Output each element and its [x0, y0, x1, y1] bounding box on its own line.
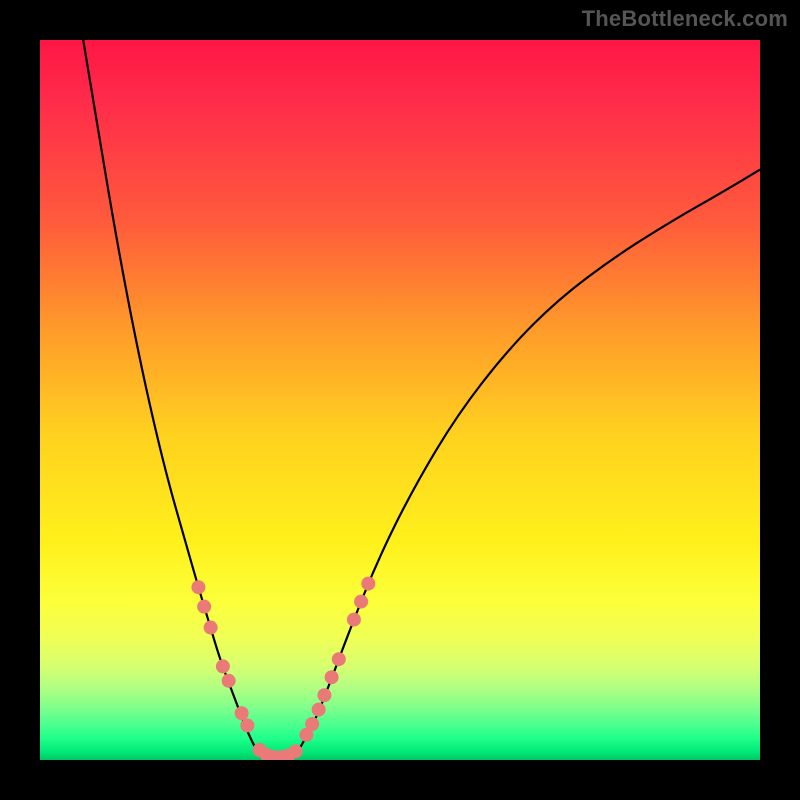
highlight-dot — [204, 621, 218, 635]
highlight-dot — [222, 674, 236, 688]
highlight-dot — [289, 744, 303, 758]
plot-area — [40, 40, 760, 760]
highlight-dot — [317, 688, 331, 702]
chart-svg — [40, 40, 760, 760]
highlight-dot — [240, 718, 254, 732]
chart-container: TheBottleneck.com — [0, 0, 800, 800]
highlight-dot — [197, 600, 211, 614]
highlight-dot — [325, 670, 339, 684]
highlight-dot — [347, 613, 361, 627]
highlight-dot — [216, 659, 230, 673]
highlight-dot — [361, 577, 375, 591]
watermark-text: TheBottleneck.com — [582, 6, 788, 32]
highlight-dot — [305, 717, 319, 731]
highlight-dot — [354, 595, 368, 609]
highlight-dot — [235, 706, 249, 720]
curve-left-branch — [83, 40, 256, 749]
highlight-dots-group — [191, 577, 375, 760]
highlight-dot — [191, 580, 205, 594]
highlight-dot — [332, 652, 346, 666]
curve-right-branch — [299, 170, 760, 750]
highlight-dot — [312, 703, 326, 717]
